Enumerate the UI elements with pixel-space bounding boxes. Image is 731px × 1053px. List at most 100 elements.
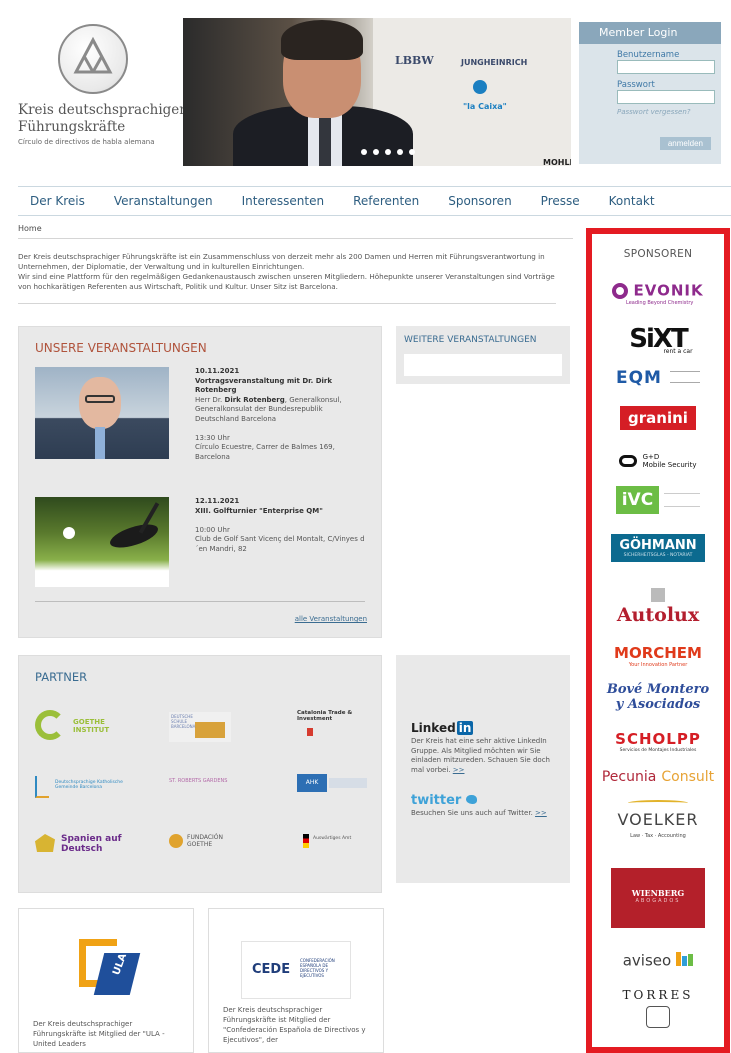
sponsor-aviseo[interactable]: aviseo xyxy=(592,950,724,970)
login-button[interactable]: anmelden xyxy=(659,137,711,150)
partner-logo-goethe[interactable]: GOETHE INSTITUT xyxy=(35,710,145,744)
site-subtitle: Círculo de directivos de habla alemana xyxy=(18,138,155,146)
partner-logo-spanien[interactable]: Spanien auf Deutsch xyxy=(35,828,125,858)
event-time: 13:30 Uhr xyxy=(195,433,230,442)
breadcrumb[interactable]: Home xyxy=(18,224,42,233)
forgot-password-link[interactable]: Passwort vergessen? xyxy=(617,108,721,116)
sponsor-name: MORCHEM xyxy=(614,644,702,662)
ivc-sub-lines xyxy=(664,493,701,507)
sponsor-scholpp[interactable]: SCHOLPP Servicios de Montajes Industrial… xyxy=(592,730,724,753)
partner-logo-auswaertiges-amt[interactable]: Auswärtiges Amt xyxy=(303,832,363,854)
linkedin-icon: in xyxy=(456,721,474,735)
site-title-line1: Kreis deutschsprachiger xyxy=(18,102,186,118)
username-label: Benutzername xyxy=(617,50,680,60)
nav-item-presse[interactable]: Presse xyxy=(541,194,580,208)
twitter-logo[interactable]: twitter xyxy=(411,793,477,808)
event-item[interactable]: 10.11.2021 Vortragsveranstaltung mit Dr.… xyxy=(35,367,365,477)
gd-icon xyxy=(619,454,638,467)
sponsor-torres[interactable]: TORRES xyxy=(592,988,724,1028)
sponsor-name: aviseo xyxy=(622,951,672,970)
linkedin-description: Der Kreis hat eine sehr aktive LinkedIn … xyxy=(411,737,550,774)
partner-logo-text: Spanien auf Deutsch xyxy=(61,834,122,854)
slider-dot[interactable] xyxy=(361,149,367,155)
partner-logo-st-roberts[interactable]: ST. ROBERTS GARDENS xyxy=(169,778,259,798)
partner-logo-fundacion-goethe[interactable]: FUNDACIÓN GOETHE xyxy=(169,832,239,854)
aviseo-bars-icon xyxy=(676,951,694,970)
partner-logo-deutsche-schule[interactable]: DEUTSCHE SCHULE BARCELONA xyxy=(169,712,231,742)
nav-item-interessenten[interactable]: Interessenten xyxy=(242,194,324,208)
event-title[interactable]: Vortragsveranstaltung mit Dr. Dirk Roten… xyxy=(195,377,332,395)
sponsor-autolux[interactable]: Autolux xyxy=(592,588,724,626)
ula-logo[interactable]: ULA xyxy=(79,939,141,995)
sponsor-tagline: Servicios de Montajes Industriales xyxy=(619,748,697,753)
partner-logo-ahk[interactable]: AHK xyxy=(297,774,369,796)
wall-logo: MOHLE xyxy=(543,158,571,166)
event-item[interactable]: 12.11.2021 XIII. Golfturnier "Enterprise… xyxy=(35,497,365,587)
event-details: 12.11.2021 XIII. Golfturnier "Enterprise… xyxy=(195,497,365,554)
wall-logo: JUNGHEINRICH xyxy=(461,58,528,67)
sponsor-gd[interactable]: G+D Mobile Security xyxy=(592,450,724,469)
twitter-link[interactable]: >> xyxy=(535,809,547,817)
sponsor-name: iVC xyxy=(615,486,660,514)
slider-dot[interactable] xyxy=(373,149,379,155)
partner-logo-kath-gemeinde[interactable]: Deutschsprachige Katholische Gemeinde Ba… xyxy=(35,774,135,802)
la-caixa-star-icon xyxy=(473,80,487,94)
nav-item-sponsoren[interactable]: Sponsoren xyxy=(448,194,511,208)
slider-dot[interactable] xyxy=(409,149,415,155)
nav-item-referenten[interactable]: Referenten xyxy=(353,194,419,208)
cede-card: CEDE CONFEDERACIÓN ESPAÑOLA DE DIRECTIVO… xyxy=(208,908,384,1053)
linkedin-link[interactable]: >> xyxy=(453,766,465,774)
sponsor-bove-montero[interactable]: Bové Montero y Asociados xyxy=(592,682,724,712)
sponsor-name: SCHOLPP xyxy=(615,730,701,748)
event-desc: Herr Dr. xyxy=(195,395,225,404)
partner-logo-catalonia[interactable]: Catalonia Trade & Investment xyxy=(297,710,369,742)
slider-dot[interactable] xyxy=(385,149,391,155)
sponsor-morchem[interactable]: MORCHEM Your Innovation Partner xyxy=(592,644,724,668)
partner-logo-text: AHK xyxy=(297,774,327,792)
intro-text: Der Kreis deutschsprachiger Führungskräf… xyxy=(18,252,558,292)
password-input[interactable] xyxy=(617,90,715,104)
linkedin-logo[interactable]: Linked in xyxy=(411,721,474,735)
sponsor-voelker[interactable]: VOELKER Law · Tax · Accounting xyxy=(592,800,724,839)
event-photo xyxy=(35,497,169,587)
sponsor-tagline: Your Innovation Partner xyxy=(628,662,688,668)
username-input[interactable] xyxy=(617,60,715,74)
site-title: Kreis deutschsprachiger Führungskräfte xyxy=(18,102,188,136)
partner-logo-text: DEUTSCHE SCHULE BARCELONA xyxy=(171,714,196,729)
sponsor-granini[interactable]: granini xyxy=(592,406,724,430)
cede-logo-sub: CONFEDERACIÓN ESPAÑOLA DE DIRECTIVOS Y E… xyxy=(300,958,335,978)
nav-item-veranstaltungen[interactable]: Veranstaltungen xyxy=(114,194,213,208)
event-title[interactable]: XIII. Golfturnier "Enterprise QM" xyxy=(195,507,323,515)
divider xyxy=(18,303,556,304)
linkedin-logo-text: Linked xyxy=(411,721,456,735)
event-date: 10.11.2021 xyxy=(195,367,240,375)
event-time: 10:00 Uhr xyxy=(195,525,230,534)
event-place: Círculo Ecuestre, Carrer de Balmes 169, … xyxy=(195,443,335,461)
wall-logo: LBBW xyxy=(395,54,434,67)
password-label: Passwort xyxy=(617,80,655,90)
sponsor-tagline: Leading Beyond Chemistry xyxy=(626,299,694,306)
divider xyxy=(18,238,573,239)
sponsor-pecunia[interactable]: Pecunia Consult xyxy=(592,766,724,785)
cede-logo[interactable]: CEDE CONFEDERACIÓN ESPAÑOLA DE DIRECTIVO… xyxy=(241,941,351,999)
hero-slider[interactable]: LBBW JUNGHEINRICH "la Caixa" MOHLE xyxy=(183,18,571,166)
site-logo[interactable]: Kreis deutschsprachiger Führungskräfte C… xyxy=(18,24,186,154)
ula-text: Der Kreis deutschsprachiger Führungskräf… xyxy=(33,1020,165,1048)
slider-dots[interactable] xyxy=(361,149,415,155)
all-events-link[interactable]: alle Veranstaltungen xyxy=(295,615,367,623)
nav-item-der-kreis[interactable]: Der Kreis xyxy=(30,194,85,208)
sponsor-ivc[interactable]: iVC xyxy=(592,486,724,514)
sponsor-eqm[interactable]: EQM xyxy=(592,368,724,388)
events-heading: UNSERE VERANSTALTUNGEN xyxy=(35,341,207,355)
sponsor-evonik[interactable]: EVONIK Leading Beyond Chemistry xyxy=(592,280,724,306)
sponsor-sixt[interactable]: SiXT rent a car xyxy=(592,324,724,355)
slider-dot[interactable] xyxy=(397,149,403,155)
sponsor-name: y Asociados xyxy=(615,697,701,712)
event-speaker: Dirk Rotenberg xyxy=(224,395,285,404)
nav-item-kontakt[interactable]: Kontakt xyxy=(609,194,655,208)
events-panel: UNSERE VERANSTALTUNGEN 10.11.2021 Vortra… xyxy=(18,326,382,638)
event-photo xyxy=(35,367,169,459)
sponsor-gohmann[interactable]: GÖHMANN SICHERHEITSGLAS - NOTARIAT xyxy=(592,534,724,562)
sponsor-name: Consult xyxy=(661,769,715,785)
sponsor-wienberg[interactable]: WIENBERG ABOGADOS xyxy=(592,868,724,928)
